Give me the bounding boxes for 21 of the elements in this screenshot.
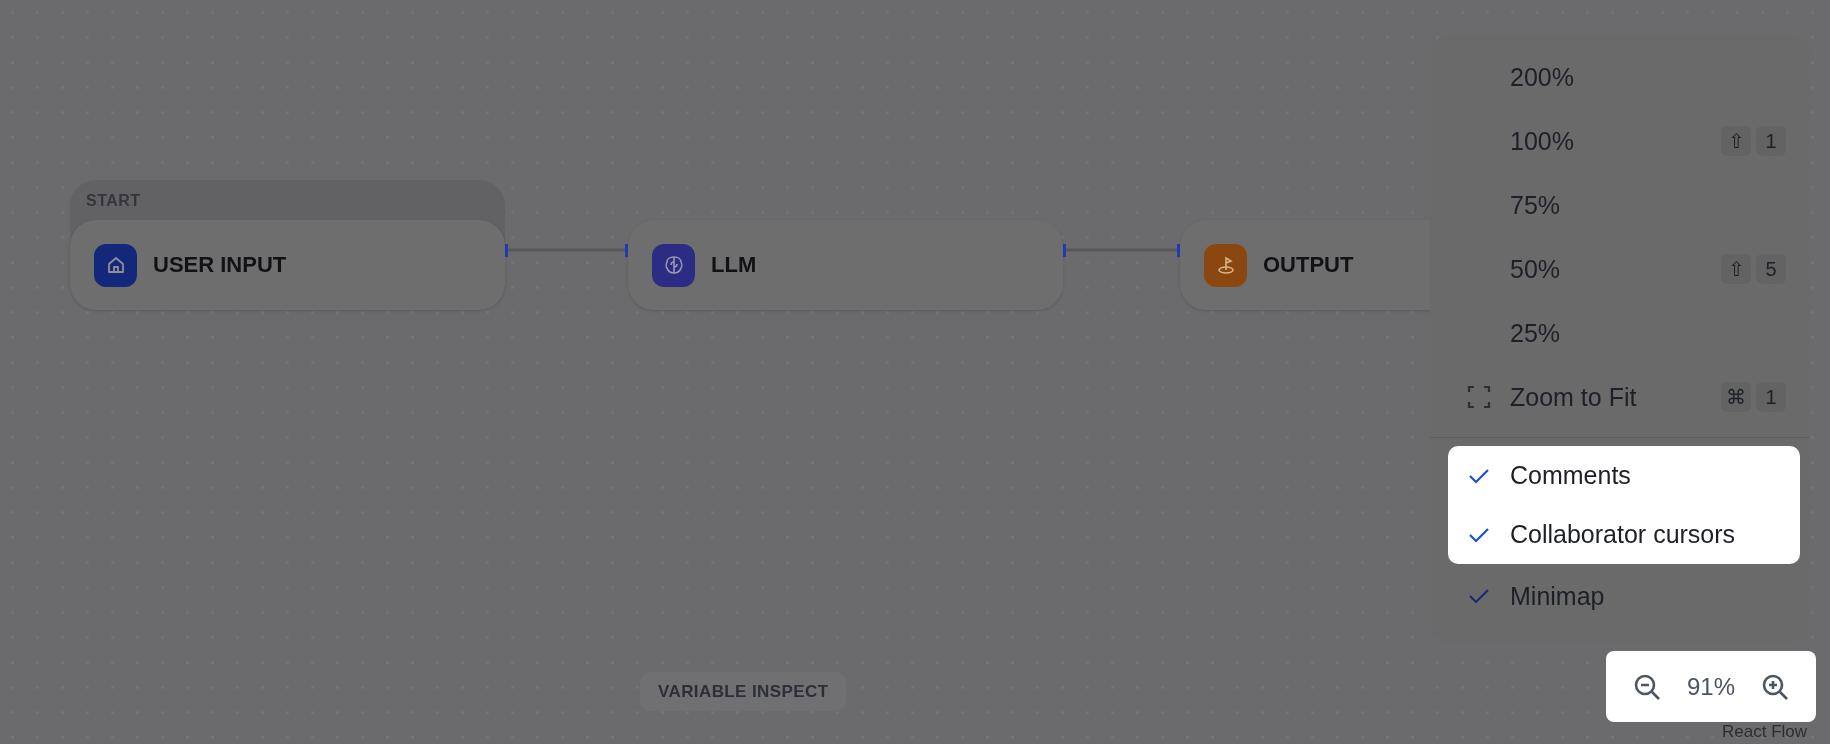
attribution-link[interactable]: React Flow — [1722, 722, 1808, 742]
node-title: OUTPUT — [1263, 252, 1354, 278]
shortcut-key: ⌘ — [1721, 382, 1751, 412]
node-title: USER INPUT — [153, 252, 287, 278]
shortcut-key: 1 — [1756, 126, 1786, 156]
menu-item[interactable]: 100% ⇧ 1 — [1448, 109, 1800, 173]
shortcut-key: ⇧ — [1721, 254, 1751, 284]
menu-item[interactable]: 200% — [1448, 45, 1800, 109]
shortcut-key: 5 — [1756, 254, 1786, 284]
node-title: LLM — [711, 252, 757, 278]
menu-item[interactable]: Collaborator cursors — [1448, 505, 1800, 564]
shortcut-key: 1 — [1756, 382, 1786, 412]
fit-frame-icon — [1467, 385, 1491, 409]
zoom-level: 91% — [1686, 672, 1735, 701]
shortcut-key: ⇧ — [1721, 126, 1751, 156]
workflow-node[interactable]: USER INPUT — [70, 220, 505, 310]
menu-item[interactable]: Minimap — [1448, 564, 1800, 628]
menu-item[interactable]: Zoom to Fit ⌘ 1 — [1448, 365, 1800, 429]
menu-item[interactable]: Comments — [1448, 446, 1800, 505]
variable-inspect-button[interactable]: VARIABLE INSPECT — [640, 672, 847, 711]
workflow-node[interactable]: LLM — [628, 220, 1063, 310]
